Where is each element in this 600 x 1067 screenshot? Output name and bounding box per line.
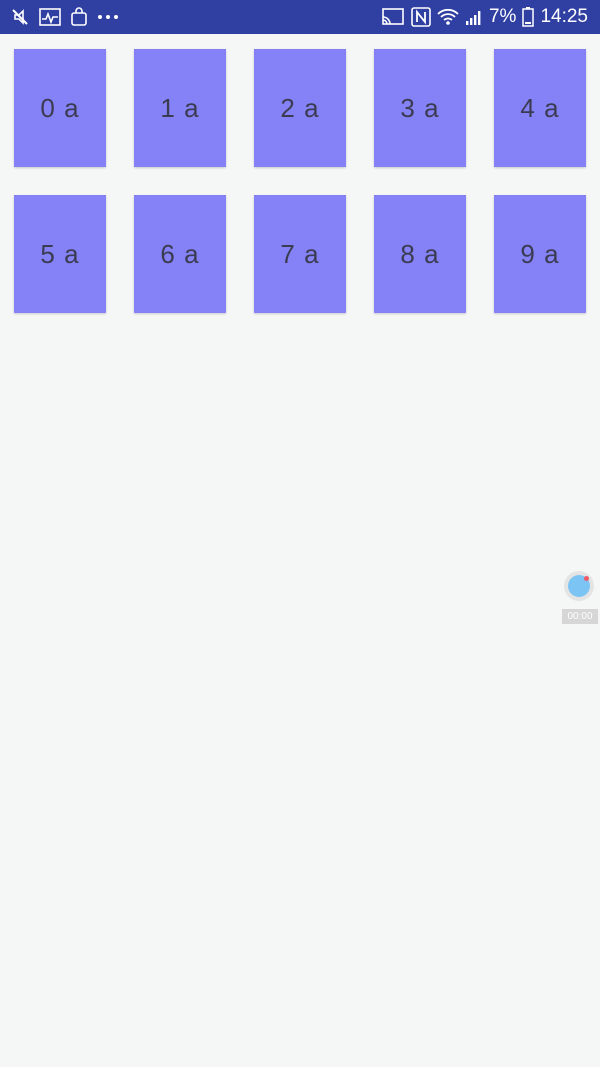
- tile-label: 0 a: [40, 92, 80, 123]
- tile-label: 3 a: [400, 92, 440, 123]
- tile-2[interactable]: 2 a: [254, 49, 346, 167]
- bag-icon: [70, 7, 88, 27]
- tile-3[interactable]: 3 a: [374, 49, 466, 167]
- record-icon: [568, 575, 590, 597]
- nfc-icon: [411, 7, 431, 27]
- battery-icon: [522, 7, 535, 27]
- tile-1[interactable]: 1 a: [134, 49, 226, 167]
- tile-8[interactable]: 8 a: [374, 195, 466, 313]
- cast-icon: [381, 7, 405, 27]
- tile-label: 9 a: [520, 238, 560, 269]
- tile-label: 1 a: [160, 92, 200, 123]
- record-dot: [584, 576, 589, 581]
- tile-6[interactable]: 6 a: [134, 195, 226, 313]
- screen-recorder-widget[interactable]: 00:00: [562, 569, 600, 627]
- status-bar: 7% 14:25: [0, 0, 600, 34]
- battery-percent: 7%: [488, 6, 517, 27]
- tile-5[interactable]: 5 a: [14, 195, 106, 313]
- signal-icon: [465, 8, 483, 26]
- pulse-icon: [39, 7, 61, 27]
- status-bar-right: 7% 14:25: [381, 6, 588, 28]
- tile-0[interactable]: 0 a: [14, 49, 106, 167]
- tile-9[interactable]: 9 a: [494, 195, 586, 313]
- tile-label: 2 a: [280, 92, 320, 123]
- tile-grid: 0 a 1 a 2 a 3 a 4 a 5 a 6 a 7 a 8 a 9 a: [14, 49, 586, 313]
- tile-label: 5 a: [40, 238, 80, 269]
- wifi-icon: [437, 7, 459, 27]
- record-timer: 00:00: [562, 609, 598, 624]
- record-button[interactable]: [564, 571, 594, 601]
- tile-label: 7 a: [280, 238, 320, 269]
- status-bar-left: [10, 7, 119, 27]
- clock: 14:25: [540, 6, 588, 27]
- tile-label: 6 a: [160, 238, 200, 269]
- tile-7[interactable]: 7 a: [254, 195, 346, 313]
- more-icon: [97, 14, 119, 20]
- tile-label: 8 a: [400, 238, 440, 269]
- tile-4[interactable]: 4 a: [494, 49, 586, 167]
- mute-icon: [10, 7, 30, 27]
- tile-label: 4 a: [520, 92, 560, 123]
